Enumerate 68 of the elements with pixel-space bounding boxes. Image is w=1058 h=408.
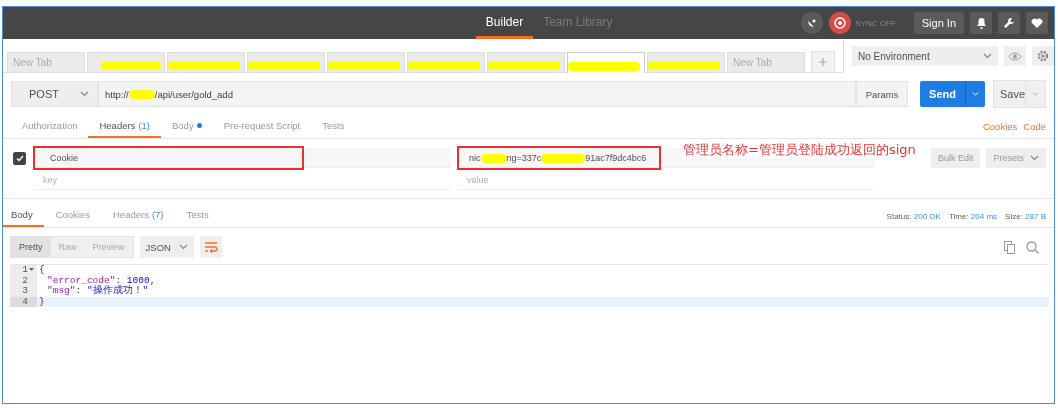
- response-stat: Time: 204 ms: [948, 212, 998, 221]
- request-tab[interactable]: [487, 52, 565, 72]
- code-line: {: [38, 265, 45, 276]
- bulk-edit-button[interactable]: Bulk Edit: [930, 148, 981, 168]
- line-number: 3: [22, 286, 28, 297]
- line-number: 2: [22, 275, 28, 286]
- response-tab[interactable]: Headers (7): [101, 209, 175, 227]
- request-tab[interactable]: [647, 52, 725, 72]
- response-stat: Size: 287 B: [1005, 212, 1046, 221]
- url-field[interactable]: http:// /api/user/gold_add: [98, 81, 856, 107]
- response-tab[interactable]: Tests: [174, 209, 220, 227]
- view-toggle[interactable]: Pretty: [11, 237, 51, 257]
- copy-icon[interactable]: [1004, 240, 1016, 254]
- checkbox[interactable]: [13, 151, 26, 165]
- response-tab[interactable]: Body: [3, 209, 44, 227]
- request-tab[interactable]: New Tab: [727, 52, 805, 72]
- code-line: }: [38, 296, 45, 307]
- annotation-text: 管理员名称=管理员登陆成功返回的sign: [683, 141, 916, 159]
- link[interactable]: Cookies: [982, 121, 1018, 132]
- code-line: "error_code": 1000,: [46, 275, 156, 286]
- method-select[interactable]: POST: [11, 81, 98, 107]
- line-number: 4: [22, 296, 28, 307]
- wrench-icon[interactable]: [998, 12, 1020, 34]
- eye-icon[interactable]: [1004, 46, 1026, 66]
- search-icon[interactable]: [1026, 240, 1039, 254]
- response-tab[interactable]: Cookies: [43, 209, 101, 227]
- caret-icon: [983, 53, 992, 59]
- code-line: "msg": "操作成功！": [46, 286, 149, 297]
- params-button[interactable]: Params: [856, 81, 908, 107]
- nav-tab[interactable]: Builder: [475, 7, 534, 39]
- request-tab[interactable]: [247, 52, 325, 72]
- request-section-tab[interactable]: Tests: [311, 120, 356, 138]
- request-section-tab[interactable]: Body: [161, 120, 213, 138]
- caret-icon: [80, 91, 89, 97]
- caret-icon: [972, 91, 979, 97]
- request-tab[interactable]: [327, 52, 405, 72]
- wrap-icon[interactable]: [199, 236, 222, 258]
- request-tab[interactable]: [167, 52, 245, 72]
- redaction-mark: [480, 153, 507, 163]
- request-tab[interactable]: New Tab: [7, 52, 85, 72]
- add-tab-button[interactable]: [811, 51, 835, 72]
- header-key[interactable]: Cookie: [33, 146, 304, 170]
- view-toggle[interactable]: Preview: [84, 237, 133, 257]
- request-tab[interactable]: [407, 52, 485, 72]
- link[interactable]: Code: [1023, 121, 1046, 132]
- caret-icon: [178, 244, 188, 250]
- redaction-mark: [541, 153, 586, 163]
- request-tab[interactable]: [87, 52, 165, 72]
- format-select[interactable]: JSON: [139, 236, 194, 258]
- settings-icon[interactable]: [1032, 46, 1054, 66]
- line-number: 1: [22, 265, 28, 276]
- request-section-tab[interactable]: Authorization: [11, 120, 89, 138]
- caret-icon: [1032, 91, 1039, 97]
- caret-icon: [1030, 155, 1039, 161]
- view-toggle[interactable]: Raw: [50, 237, 85, 257]
- environment-select[interactable]: No Environment: [852, 46, 998, 66]
- fold-icon[interactable]: [29, 265, 34, 274]
- sync-icon[interactable]: [829, 12, 852, 34]
- sign-in-button[interactable]: Sign In: [913, 12, 964, 34]
- request-section-tab[interactable]: Headers (1): [88, 120, 161, 138]
- response-stat: Status: 200 OK: [886, 212, 941, 221]
- presets-button[interactable]: Presets: [986, 148, 1046, 168]
- request-section-tab[interactable]: Pre-request Script: [212, 120, 312, 138]
- plus-icon: [819, 58, 827, 66]
- redaction-mark: [128, 89, 155, 99]
- header-value[interactable]: nic ng=337c 91ac7f9dc4bc6: [457, 146, 661, 170]
- bell-icon[interactable]: [970, 12, 992, 34]
- request-tab[interactable]: [567, 52, 645, 73]
